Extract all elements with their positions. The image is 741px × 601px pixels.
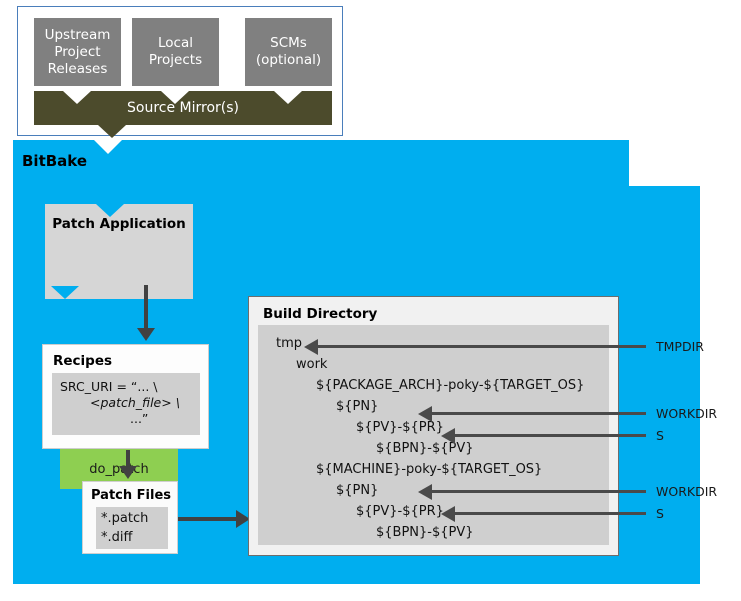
- arrow-recipes-to-patch-files-head-icon: [119, 466, 137, 479]
- source-box-local-projects: Local Projects: [132, 18, 219, 86]
- notch-upstream-to-mirror-icon: [63, 91, 91, 104]
- local-line-2: Projects: [148, 52, 203, 68]
- local-line-1: Local: [157, 35, 193, 51]
- source-panel: Upstream Project Releases Local Projects…: [17, 6, 343, 138]
- arrow-patch-files-to-build-dir: [178, 517, 240, 521]
- mirror-output-arrow-icon: [98, 125, 126, 138]
- arrow-do-patch-to-recipes-head-icon: [137, 328, 155, 341]
- tree-item-work: work: [296, 357, 328, 372]
- scms-line-2: (optional): [255, 52, 322, 68]
- tree-item-pv-pr-1: ${PV}-${PR}: [356, 420, 444, 435]
- recipes-code-line-3: ...”: [130, 411, 149, 426]
- callout-tmpdir-head-icon: [304, 339, 318, 355]
- recipes-code-line-2: <patch_file> \: [90, 395, 180, 410]
- tree-item-package-arch: ${PACKAGE_ARCH}-poky-${TARGET_OS}: [316, 378, 585, 393]
- notch-local-to-mirror-icon: [161, 91, 189, 104]
- callout-workdir-1-line: [432, 412, 646, 415]
- tree-item-bpn-pv-2: ${BPN}-${PV}: [376, 525, 474, 540]
- recipes-code-panel: SRC_URI = “... \ <patch_file> \ ...”: [52, 373, 200, 435]
- callout-label-workdir-2: WORKDIR: [656, 484, 718, 499]
- build-directory-title: Build Directory: [263, 306, 378, 322]
- patch-files-list: *.patch *.diff: [96, 507, 168, 549]
- recipes-title: Recipes: [53, 353, 113, 369]
- notch-scms-to-mirror-icon: [274, 91, 302, 104]
- diagram-canvas: Upstream Project Releases Local Projects…: [0, 0, 741, 601]
- patch-files-box: Patch Files *.patch *.diff: [82, 481, 178, 554]
- upstream-line-2: Project: [54, 43, 101, 60]
- callout-s-2-head-icon: [441, 506, 455, 522]
- patch-application-box: Patch Application do_patch: [45, 204, 193, 489]
- bitbake-input-notch-icon: [94, 140, 122, 154]
- bitbake-region-label: BitBake: [22, 152, 88, 170]
- patch-files-item-1: *.patch: [101, 511, 149, 526]
- callout-s-1-line: [455, 434, 646, 437]
- callout-label-s-1: S: [656, 428, 664, 443]
- callout-label-tmpdir: TMPDIR: [656, 339, 704, 354]
- patch-application-output-notch-icon: [51, 286, 79, 299]
- upstream-line-3: Releases: [47, 60, 108, 77]
- callout-workdir-1-head-icon: [418, 406, 432, 422]
- callout-workdir-2-head-icon: [418, 484, 432, 500]
- tree-item-machine: ${MACHINE}-poky-${TARGET_OS}: [316, 462, 543, 477]
- callout-workdir-2-line: [432, 490, 646, 493]
- callout-label-workdir-1: WORKDIR: [656, 406, 718, 421]
- source-box-scms: SCMs (optional): [245, 18, 332, 86]
- upstream-line-1: Upstream: [44, 26, 111, 43]
- arrow-do-patch-to-recipes: [144, 285, 148, 330]
- patch-application-title: Patch Application: [52, 216, 186, 232]
- recipes-code-line-1: SRC_URI = “... \: [60, 379, 158, 394]
- recipes-box: Recipes SRC_URI = “... \ <patch_file> \ …: [42, 344, 209, 449]
- tree-item-pv-pr-2: ${PV}-${PR}: [356, 504, 444, 519]
- callout-s-1-head-icon: [441, 428, 455, 444]
- patch-files-item-2: *.diff: [101, 530, 133, 545]
- tree-item-pn-2: ${PN}: [336, 483, 379, 498]
- callout-label-s-2: S: [656, 506, 664, 521]
- patch-files-title: Patch Files: [91, 488, 171, 503]
- callout-tmpdir-line: [318, 345, 646, 348]
- tree-item-pn-1: ${PN}: [336, 399, 379, 414]
- source-box-upstream: Upstream Project Releases: [34, 18, 121, 86]
- scms-line-1: SCMs: [270, 35, 307, 51]
- callout-s-2-line: [455, 512, 646, 515]
- build-directory-box: Build Directory tmp work ${PACKAGE_ARCH}…: [248, 296, 619, 556]
- tree-item-tmp: tmp: [276, 336, 303, 351]
